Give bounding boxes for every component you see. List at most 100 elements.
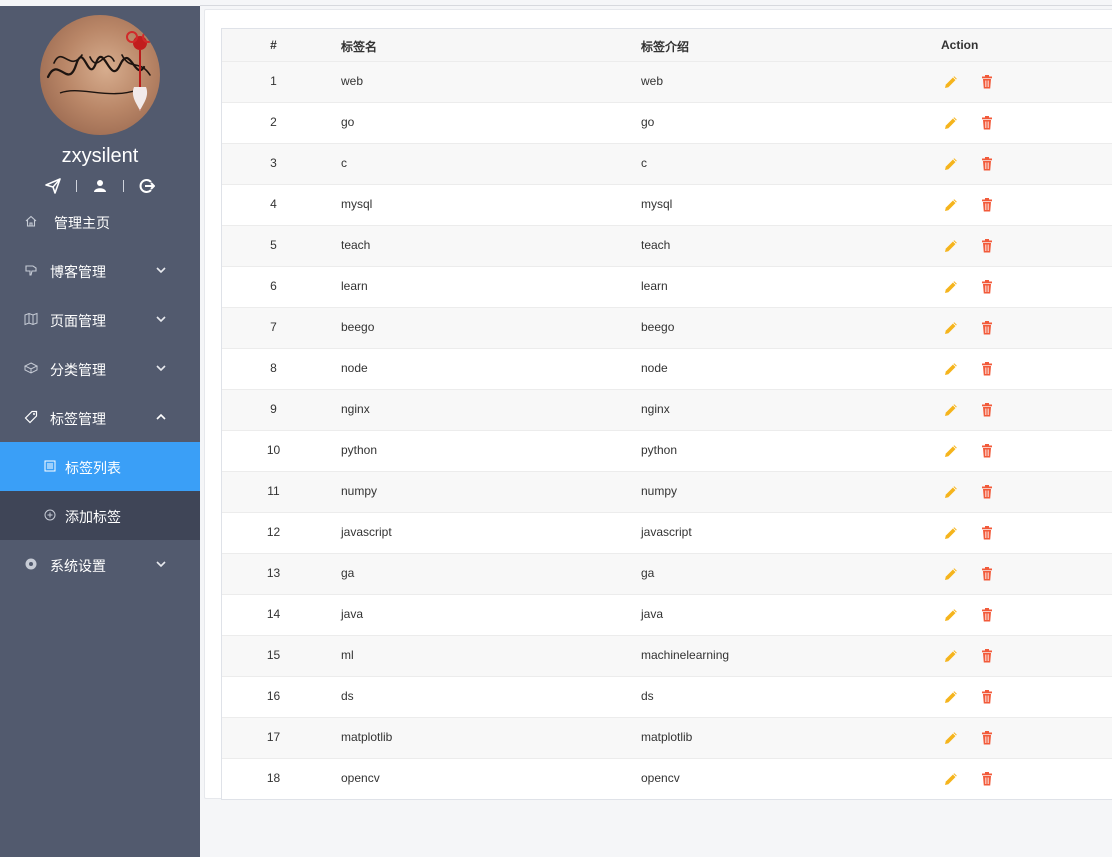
- tag-intro: beego: [641, 320, 675, 334]
- tag-intro: nginx: [641, 402, 670, 416]
- table-row: 17 matplotlib matplotlib: [222, 717, 1112, 758]
- tag-name: learn: [341, 279, 368, 293]
- menu-label: 系统设置: [50, 558, 106, 574]
- table-row: 5 teach teach: [222, 225, 1112, 266]
- delete-icon[interactable]: [978, 483, 996, 501]
- edit-icon[interactable]: [942, 770, 960, 788]
- tag-intro: mysql: [641, 197, 673, 211]
- tag-intro: machinelearning: [641, 648, 730, 662]
- table-row: 14 java java: [222, 594, 1112, 635]
- row-index: 1: [270, 74, 277, 88]
- column-header-index: #: [270, 38, 277, 52]
- thumb-icon: [25, 265, 37, 276]
- send-icon[interactable]: [44, 177, 62, 195]
- tag-intro: python: [641, 443, 678, 457]
- delete-icon[interactable]: [978, 606, 996, 624]
- edit-icon[interactable]: [942, 73, 960, 91]
- submenu-label: 标签列表: [65, 460, 121, 476]
- delete-icon[interactable]: [978, 565, 996, 583]
- table-row: 3 c c: [222, 143, 1112, 184]
- submenu-item-add-tag[interactable]: 添加标签: [0, 491, 200, 540]
- tag-name: ml: [341, 648, 354, 662]
- tag-intro: numpy: [641, 484, 678, 498]
- tag-intro: ga: [641, 566, 655, 580]
- row-index: 10: [266, 443, 281, 457]
- delete-icon[interactable]: [978, 442, 996, 460]
- edit-icon[interactable]: [942, 155, 960, 173]
- delete-icon[interactable]: [978, 155, 996, 173]
- tag-intro: teach: [641, 238, 671, 252]
- tag-name: numpy: [341, 484, 378, 498]
- row-index: 3: [270, 156, 277, 170]
- nav-menu: 管理主页 博客管理 页面管理 分类管理 标签管理 标签列表 添加标签 系统设置: [0, 197, 200, 589]
- edit-icon[interactable]: [942, 196, 960, 214]
- user-tools: [44, 177, 156, 195]
- delete-icon[interactable]: [978, 524, 996, 542]
- tag-intro: opencv: [641, 771, 680, 785]
- tag-intro: node: [641, 361, 668, 375]
- tag-name: go: [341, 115, 355, 129]
- edit-icon[interactable]: [942, 524, 960, 542]
- submenu-item-tag-list[interactable]: 标签列表: [0, 442, 200, 491]
- edit-icon[interactable]: [942, 688, 960, 706]
- edit-icon[interactable]: [942, 401, 960, 419]
- delete-icon[interactable]: [978, 360, 996, 378]
- tag-name: teach: [341, 238, 371, 252]
- column-header-intro: 标签介绍: [641, 40, 690, 54]
- edit-icon[interactable]: [942, 606, 960, 624]
- tag-intro: java: [641, 607, 664, 621]
- row-index: 13: [266, 566, 281, 580]
- separator: [76, 180, 77, 192]
- table-row: 12 javascript javascript: [222, 512, 1112, 553]
- tag-name: javascript: [341, 525, 392, 539]
- edit-icon[interactable]: [942, 319, 960, 337]
- logout-icon[interactable]: [138, 177, 156, 195]
- submenu-label: 添加标签: [65, 509, 121, 525]
- delete-icon[interactable]: [978, 729, 996, 747]
- edit-icon[interactable]: [942, 278, 960, 296]
- delete-icon[interactable]: [978, 688, 996, 706]
- edit-icon[interactable]: [942, 237, 960, 255]
- row-index: 12: [266, 525, 281, 539]
- user-icon[interactable]: [91, 177, 109, 195]
- edit-icon[interactable]: [942, 729, 960, 747]
- delete-icon[interactable]: [978, 401, 996, 419]
- header-divider: [200, 5, 1112, 6]
- menu-item-tags[interactable]: 标签管理: [0, 393, 200, 442]
- tag-name: ds: [341, 689, 354, 703]
- row-index: 7: [270, 320, 277, 334]
- table-row: 7 beego beego: [222, 307, 1112, 348]
- delete-icon[interactable]: [978, 237, 996, 255]
- home-icon: [25, 215, 37, 227]
- delete-icon[interactable]: [978, 73, 996, 91]
- delete-icon[interactable]: [978, 319, 996, 337]
- menu-item-categories[interactable]: 分类管理: [0, 344, 200, 393]
- delete-icon[interactable]: [978, 770, 996, 788]
- delete-icon[interactable]: [978, 647, 996, 665]
- edit-icon[interactable]: [942, 483, 960, 501]
- delete-icon[interactable]: [978, 114, 996, 132]
- edit-icon[interactable]: [942, 647, 960, 665]
- tag-name: nginx: [341, 402, 370, 416]
- chevron-down-icon: [156, 561, 166, 568]
- edit-icon[interactable]: [942, 442, 960, 460]
- menu-item-home[interactable]: 管理主页: [0, 197, 200, 246]
- delete-icon[interactable]: [978, 278, 996, 296]
- tag-icon: [24, 410, 38, 424]
- menu-item-pages[interactable]: 页面管理: [0, 295, 200, 344]
- chevron-down-icon: [156, 316, 166, 323]
- delete-icon[interactable]: [978, 196, 996, 214]
- menu-item-blog[interactable]: 博客管理: [0, 246, 200, 295]
- plus-circle-icon: [44, 509, 56, 521]
- edit-icon[interactable]: [942, 114, 960, 132]
- avatar[interactable]: [40, 15, 160, 135]
- signature-image: [46, 31, 154, 111]
- table-row: 9 nginx nginx: [222, 389, 1112, 430]
- menu-item-settings[interactable]: 系统设置: [0, 540, 200, 589]
- menu-label: 博客管理: [50, 264, 106, 280]
- menu-label: 管理主页: [54, 215, 110, 231]
- list-icon: [44, 460, 56, 472]
- edit-icon[interactable]: [942, 565, 960, 583]
- edit-icon[interactable]: [942, 360, 960, 378]
- row-index: 8: [270, 361, 277, 375]
